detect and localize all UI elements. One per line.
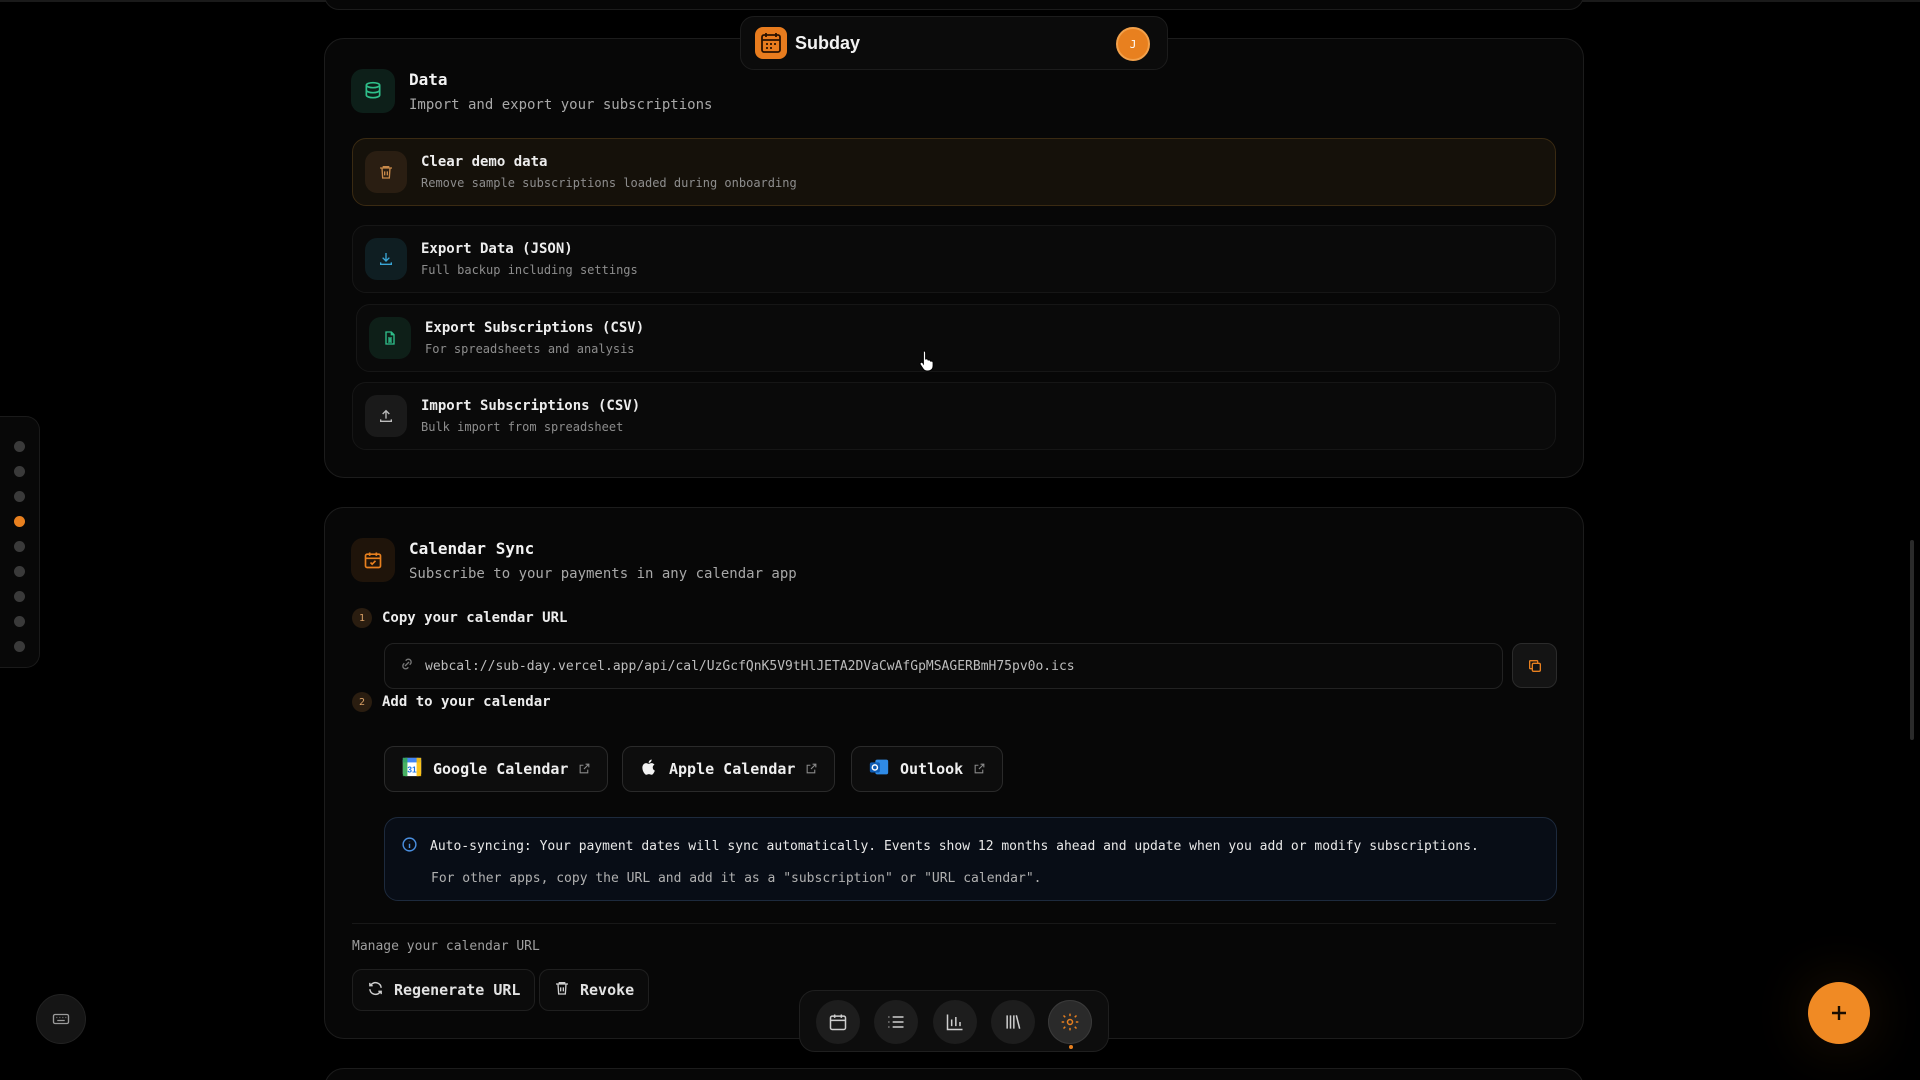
user-avatar[interactable]: J <box>1116 27 1150 61</box>
trash-icon <box>554 980 570 1000</box>
other-apps-text: For other apps, copy the URL and add it … <box>431 871 1042 886</box>
nav-analytics-button[interactable] <box>933 1000 977 1044</box>
regenerate-url-label: Regenerate URL <box>394 981 521 999</box>
auto-sync-info-box: Auto-syncing: Your payment dates will sy… <box>384 817 1557 901</box>
keyboard-icon <box>52 1013 70 1025</box>
bar-chart-icon <box>946 1014 963 1031</box>
app-header: Subday J <box>740 16 1168 70</box>
trash-icon <box>365 151 407 193</box>
app-name: Subday <box>795 32 861 53</box>
divider <box>352 923 1556 924</box>
calendar-url-text: webcal://sub-day.vercel.app/api/cal/UzGc… <box>425 658 1075 674</box>
active-indicator <box>1069 1045 1073 1049</box>
hand-cursor-icon <box>918 349 938 377</box>
section-dot[interactable] <box>14 491 25 502</box>
import-csv-title: Import Subscriptions (CSV) <box>421 398 641 414</box>
download-icon <box>365 238 407 280</box>
section-dot-active[interactable] <box>14 516 25 527</box>
plus-icon <box>1832 1006 1846 1020</box>
copy-icon <box>1528 659 1541 672</box>
library-icon <box>1006 1015 1021 1029</box>
step-number: 2 <box>352 692 372 712</box>
info-icon <box>401 836 418 857</box>
export-json-title: Export Data (JSON) <box>421 241 573 257</box>
calendar-url-field[interactable]: webcal://sub-day.vercel.app/api/cal/UzGc… <box>384 643 1503 689</box>
database-icon <box>351 69 395 113</box>
calendar-sync-icon <box>351 538 395 582</box>
export-csv-title: Export Subscriptions (CSV) <box>425 320 645 336</box>
section-dot[interactable] <box>14 641 25 652</box>
previous-section-card <box>324 0 1584 10</box>
subday-logo-icon[interactable] <box>755 27 787 59</box>
external-link-icon <box>973 760 986 779</box>
outlook-button[interactable]: Outlook <box>851 746 1004 792</box>
export-csv-button[interactable]: Export Subscriptions (CSV) For spreadshe… <box>356 304 1560 372</box>
section-dot[interactable] <box>14 591 25 602</box>
nav-calendar-button[interactable] <box>816 1000 860 1044</box>
step-number: 1 <box>352 608 372 628</box>
calendar-icon <box>829 1014 847 1031</box>
section-dot[interactable] <box>14 541 25 552</box>
refresh-icon <box>367 980 384 1001</box>
manage-url-label: Manage your calendar URL <box>352 939 540 954</box>
section-dot[interactable] <box>14 466 25 477</box>
apple-calendar-label: Apple Calendar <box>669 760 796 778</box>
section-dot[interactable] <box>14 441 25 452</box>
google-calendar-button[interactable]: 31 Google Calendar <box>384 746 609 792</box>
google-calendar-icon: 31 <box>401 756 423 782</box>
file-spreadsheet-icon <box>369 317 411 359</box>
bottom-nav <box>799 990 1109 1052</box>
external-link-icon <box>805 760 818 779</box>
svg-text:31: 31 <box>407 766 417 775</box>
google-calendar-label: Google Calendar <box>433 760 569 778</box>
link-icon <box>399 656 415 676</box>
calendar-sync-card: Calendar Sync Subscribe to your payments… <box>324 507 1584 1039</box>
data-section-subtitle: Import and export your subscriptions <box>409 96 713 113</box>
step-label: Add to your calendar <box>382 694 551 710</box>
step-add-calendar: 2 Add to your calendar <box>352 692 551 712</box>
next-section-card <box>324 1068 1584 1080</box>
calendar-sync-header: Calendar Sync Subscribe to your payments… <box>351 538 797 582</box>
add-subscription-button[interactable] <box>1808 982 1870 1044</box>
scrollbar-thumb[interactable] <box>1910 540 1914 740</box>
data-section-title: Data <box>409 69 448 89</box>
upload-icon <box>365 395 407 437</box>
auto-sync-text: Auto-syncing: Your payment dates will sy… <box>430 839 1479 854</box>
section-dot[interactable] <box>14 566 25 577</box>
calendar-sync-subtitle: Subscribe to your payments in any calend… <box>409 565 797 582</box>
clear-demo-data-title: Clear demo data <box>421 154 548 170</box>
nav-settings-button[interactable] <box>1048 1000 1092 1044</box>
clear-demo-data-subtitle: Remove sample subscriptions loaded durin… <box>421 176 797 190</box>
nav-list-button[interactable] <box>874 1000 918 1044</box>
revoke-label: Revoke <box>580 981 635 999</box>
apple-calendar-button[interactable]: Apple Calendar <box>622 746 836 792</box>
data-section-card: Data Import and export your subscription… <box>324 38 1584 478</box>
outlook-icon <box>868 756 890 782</box>
export-json-subtitle: Full backup including settings <box>421 263 638 277</box>
calendar-sync-title: Calendar Sync <box>409 538 535 558</box>
step-copy-url: 1 Copy your calendar URL <box>352 608 567 628</box>
apple-icon <box>639 756 659 782</box>
settings-icon <box>1061 1013 1079 1031</box>
step-label: Copy your calendar URL <box>382 610 568 626</box>
revoke-button[interactable]: Revoke <box>539 969 650 1011</box>
external-link-icon <box>578 760 591 779</box>
export-json-button[interactable]: Export Data (JSON) Full backup including… <box>352 225 1556 293</box>
import-csv-button[interactable]: Import Subscriptions (CSV) Bulk import f… <box>352 382 1556 450</box>
clear-demo-data-button[interactable]: Clear demo data Remove sample subscripti… <box>352 138 1556 206</box>
keyboard-shortcuts-button[interactable] <box>36 994 86 1044</box>
nav-library-button[interactable] <box>991 1000 1035 1044</box>
regenerate-url-button[interactable]: Regenerate URL <box>352 969 536 1011</box>
import-csv-subtitle: Bulk import from spreadsheet <box>421 420 624 434</box>
data-section-header: Data Import and export your subscription… <box>351 69 712 113</box>
copy-url-button[interactable] <box>1512 643 1557 688</box>
section-nav-rail <box>0 416 40 668</box>
section-dot[interactable] <box>14 616 25 627</box>
outlook-label: Outlook <box>900 760 964 778</box>
list-icon <box>888 1016 904 1028</box>
export-csv-subtitle: For spreadsheets and analysis <box>425 342 635 356</box>
